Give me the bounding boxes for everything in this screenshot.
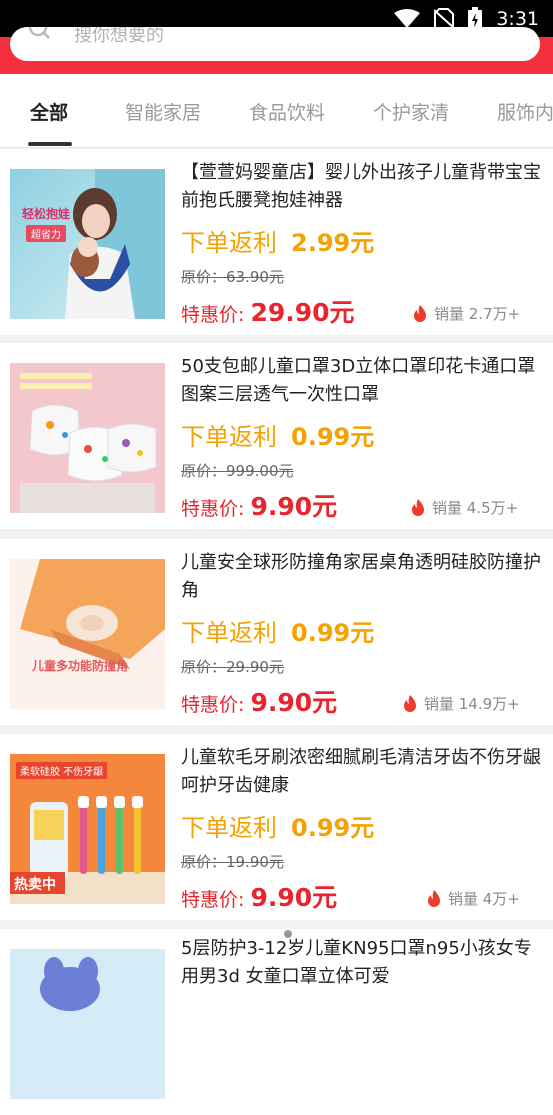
product-title: 【萱萱妈婴童店】婴儿外出孩子儿童背带宝宝前抱氏腰凳抱娃神器 <box>181 162 541 211</box>
rebate-label: 下单返利 <box>181 423 277 451</box>
product-image <box>10 363 165 513</box>
fire-icon <box>412 498 424 516</box>
thumb-caption: 柔软硅胶 不伤牙龈 <box>16 762 108 779</box>
product-image: 轻松抱娃 超省力 <box>10 169 165 319</box>
fire-icon <box>428 889 440 907</box>
price-value: 9.90元 <box>250 883 338 912</box>
product-card[interactable]: 50支包邮儿童口罩3D立体口罩印花卡通口罩图案三层透气一次性口罩 下单返利 0.9… <box>0 343 553 529</box>
sales-text: 销量 4.5万+ <box>432 499 519 517</box>
corner-guard-photo <box>10 559 165 709</box>
original-price: 原价：19.90元 <box>181 853 284 871</box>
tab-food-drinks[interactable]: 食品饮料 <box>249 98 325 125</box>
face-masks-photo <box>10 363 165 513</box>
rebate-value: 0.99元 <box>291 423 375 451</box>
price-value: 29.90元 <box>250 298 355 327</box>
price-label: 特惠价: <box>181 304 251 326</box>
product-title: 50支包邮儿童口罩3D立体口罩印花卡通口罩图案三层透气一次性口罩 <box>181 356 536 405</box>
price-value: 9.90元 <box>250 492 338 521</box>
price-row: 特惠价: 29.90元 <box>181 293 355 329</box>
price-label: 特惠价: <box>181 498 251 520</box>
rebate-value: 0.99元 <box>291 619 375 647</box>
price-label: 特惠价: <box>181 889 251 911</box>
thumb-caption: 儿童多功能防撞角 <box>32 659 129 673</box>
search-placeholder: 搜你想要的 <box>74 27 164 46</box>
sales-count: 销量 14.9万+ <box>402 693 520 714</box>
rebate-row: 下单返利 2.99元 <box>181 223 374 258</box>
product-card[interactable]: 儿童多功能防撞角 儿童安全球形防撞角家居桌角透明硅胶防撞护角 下单返利 0.99元… <box>0 539 553 725</box>
product-card[interactable]: 柔软硅胶 不伤牙龈 热卖中 儿童软毛牙刷浓密细腻刷毛清洁牙齿不伤牙龈呵护牙齿健康… <box>0 734 553 920</box>
product-card[interactable]: 5层防护3-12岁儿童KN95口罩n95小孩女专用男3d 女童口罩立体可爱 <box>0 929 553 1115</box>
thumb-badge: 热卖中 <box>14 877 56 893</box>
product-title: 儿童安全球形防撞角家居桌角透明硅胶防撞护角 <box>181 552 541 601</box>
original-price: 原价：999.00元 <box>181 462 294 480</box>
rebate-row: 下单返利 0.99元 <box>181 613 374 648</box>
thumb-caption: 轻松抱娃 <box>22 207 71 221</box>
fire-icon <box>414 304 426 322</box>
scroll-indicator <box>284 930 292 938</box>
thumb-badge: 超省力 <box>26 225 66 242</box>
rebate-value: 0.99元 <box>291 814 375 842</box>
search-header: 搜你想要的 <box>0 27 553 74</box>
product-image: 柔软硅胶 不伤牙龈 热卖中 <box>10 754 165 904</box>
active-tab-indicator <box>28 142 72 146</box>
original-price: 原价：63.90元 <box>181 268 284 286</box>
rebate-value: 2.99元 <box>291 229 375 257</box>
rebate-label: 下单返利 <box>181 229 277 257</box>
price-row: 特惠价: 9.90元 <box>181 683 337 719</box>
price-row: 特惠价: 9.90元 <box>181 878 337 914</box>
category-tabs: 全部 智能家居 食品饮料 个护家清 服饰内 <box>0 74 553 148</box>
search-icon <box>28 27 50 39</box>
sales-text: 销量 4万+ <box>448 890 520 908</box>
search-input[interactable]: 搜你想要的 <box>10 27 540 61</box>
sales-text: 销量 14.9万+ <box>424 695 520 713</box>
price-value: 9.90元 <box>250 688 338 717</box>
price-row: 特惠价: 9.90元 <box>181 487 337 523</box>
product-image: 儿童多功能防撞角 <box>10 559 165 709</box>
sales-count: 销量 4.5万+ <box>410 497 518 518</box>
sales-count: 销量 4万+ <box>426 888 520 909</box>
product-title: 儿童软毛牙刷浓密细腻刷毛清洁牙齿不伤牙龈呵护牙齿健康 <box>181 747 541 796</box>
tab-personal-care[interactable]: 个护家清 <box>373 98 449 125</box>
original-price: 原价：29.90元 <box>181 658 284 676</box>
tab-all[interactable]: 全部 <box>30 98 68 125</box>
rebate-label: 下单返利 <box>181 619 277 647</box>
product-card[interactable]: 轻松抱娃 超省力 【萱萱妈婴童店】婴儿外出孩子儿童背带宝宝前抱氏腰凳抱娃神器 下… <box>0 149 553 335</box>
fire-icon <box>404 694 416 712</box>
tab-smart-home[interactable]: 智能家居 <box>125 98 201 125</box>
kids-mask-photo <box>10 949 165 1099</box>
baby-carrier-photo <box>65 169 165 319</box>
rebate-row: 下单返利 0.99元 <box>181 808 374 843</box>
tab-apparel[interactable]: 服饰内 <box>497 98 553 125</box>
rebate-row: 下单返利 0.99元 <box>181 417 374 452</box>
sales-text: 销量 2.7万+ <box>434 305 521 323</box>
sales-count: 销量 2.7万+ <box>412 303 520 324</box>
price-label: 特惠价: <box>181 694 251 716</box>
wifi-icon <box>394 9 421 28</box>
rebate-label: 下单返利 <box>181 814 277 842</box>
product-image <box>10 949 165 1099</box>
